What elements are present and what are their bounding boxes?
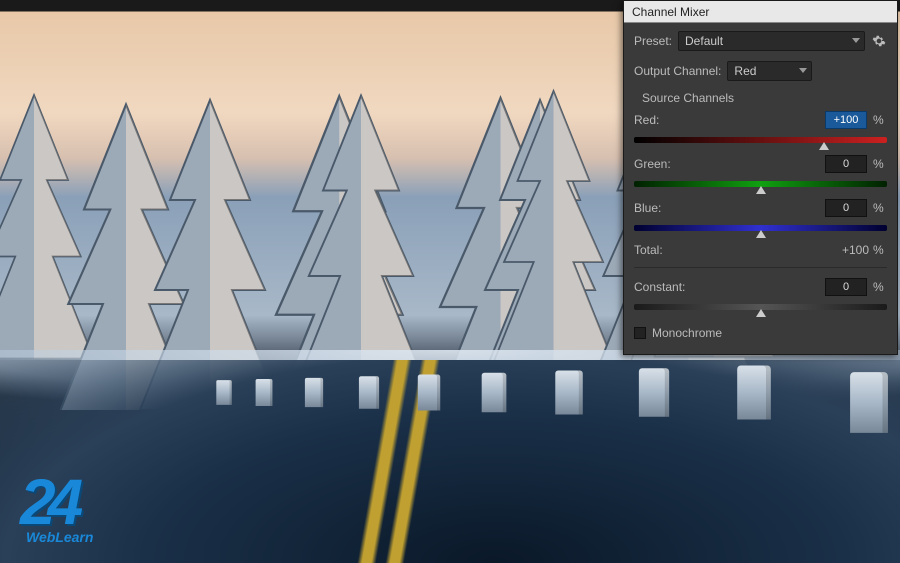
constant-label: Constant:	[634, 280, 819, 294]
blue-slider-thumb[interactable]	[756, 230, 766, 238]
blue-value-input[interactable]	[825, 199, 867, 217]
preset-select[interactable]: Default	[678, 31, 865, 51]
divider	[634, 267, 887, 268]
strip-icon[interactable]	[891, 66, 900, 80]
chevron-down-icon	[799, 68, 807, 73]
blue-label: Blue:	[634, 201, 819, 215]
monochrome-label[interactable]: Monochrome	[652, 326, 722, 340]
logo-text: WebLearn	[26, 529, 93, 545]
red-label: Red:	[634, 113, 819, 127]
constant-slider-thumb[interactable]	[756, 309, 766, 317]
constant-pct: %	[873, 280, 887, 294]
constant-value-input[interactable]	[825, 278, 867, 296]
red-slider-thumb[interactable]	[819, 142, 829, 150]
red-slider-track	[634, 137, 887, 143]
gear-icon[interactable]	[871, 33, 887, 49]
output-channel-value: Red	[734, 64, 756, 78]
red-pct: %	[873, 113, 887, 127]
right-tool-strip	[891, 32, 900, 114]
green-pct: %	[873, 157, 887, 171]
green-value-input[interactable]	[825, 155, 867, 173]
green-slider-thumb[interactable]	[756, 186, 766, 194]
total-value: +100	[827, 243, 869, 257]
panel-title: Channel Mixer	[624, 1, 897, 23]
strip-icon[interactable]	[891, 100, 900, 114]
output-channel-label: Output Channel:	[634, 64, 721, 78]
red-slider[interactable]	[634, 135, 887, 145]
total-pct: %	[873, 243, 887, 257]
preset-label: Preset:	[634, 34, 672, 48]
watermark-logo: 24 WebLearn	[20, 465, 93, 545]
output-channel-select[interactable]: Red	[727, 61, 812, 81]
monochrome-checkbox[interactable]	[634, 327, 646, 339]
photo-guardrail	[0, 370, 900, 425]
blue-slider[interactable]	[634, 223, 887, 233]
constant-slider[interactable]	[634, 302, 887, 312]
red-value-input[interactable]	[825, 111, 867, 129]
green-label: Green:	[634, 157, 819, 171]
blue-pct: %	[873, 201, 887, 215]
strip-icon[interactable]	[891, 32, 900, 46]
preset-value: Default	[685, 34, 723, 48]
green-slider[interactable]	[634, 179, 887, 189]
channel-mixer-panel: Channel Mixer Preset: Default Output Cha…	[623, 0, 898, 355]
logo-number: 24	[20, 465, 93, 539]
chevron-down-icon	[852, 38, 860, 43]
total-label: Total:	[634, 243, 827, 257]
source-channels-label: Source Channels	[642, 91, 887, 105]
